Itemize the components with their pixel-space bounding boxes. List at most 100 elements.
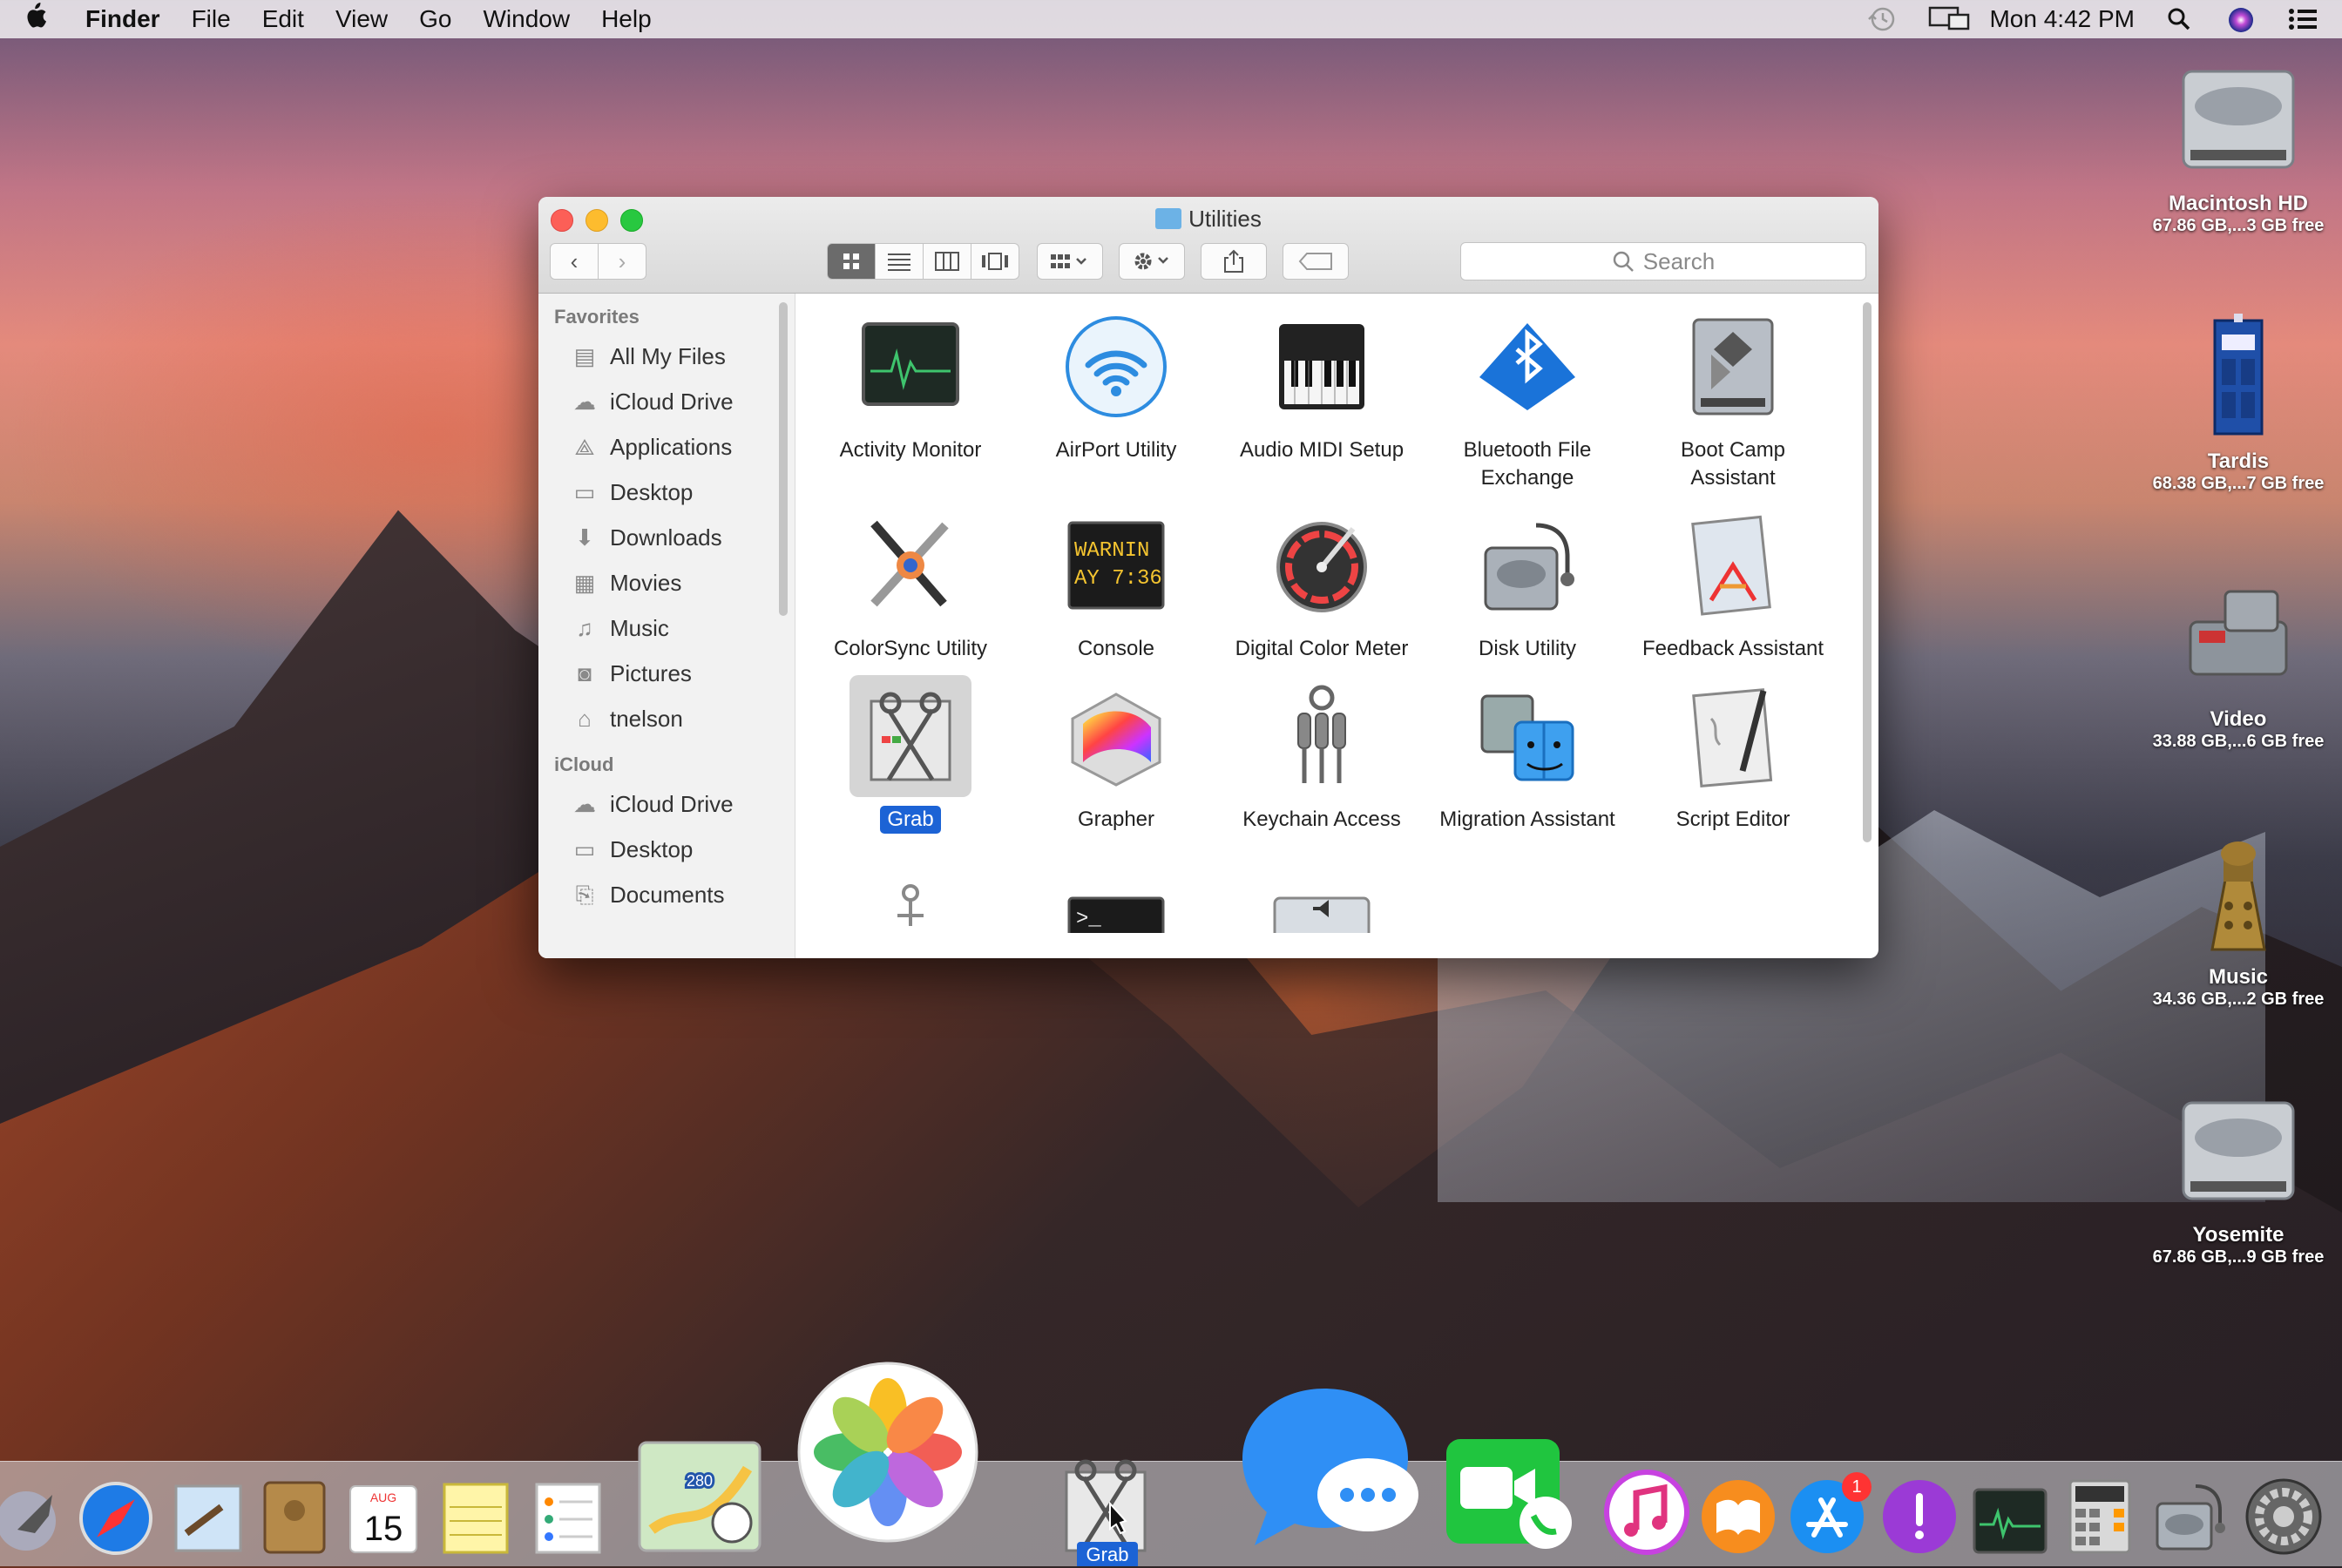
cover-flow-button[interactable] [971, 243, 1019, 280]
app-migration-assistant[interactable]: Migration Assistant [1425, 675, 1630, 834]
dock-system-preferences[interactable] [2244, 1477, 2323, 1556]
sidebar-item-music[interactable]: ♫ Music [538, 605, 795, 651]
forward-button[interactable]: › [598, 243, 646, 280]
dock-app-store[interactable]: 1 [1788, 1472, 1872, 1556]
airplay-display-icon[interactable] [1928, 6, 1970, 32]
notification-center-icon[interactable] [2288, 6, 2318, 32]
app-voiceover-utility[interactable] [1219, 846, 1425, 958]
music-note-icon [1604, 1470, 1689, 1555]
dock-messages[interactable] [1237, 1380, 1420, 1554]
action-button[interactable] [1119, 243, 1185, 280]
desktop-volume-video[interactable]: Video 33.88 GB,...6 GB free [2138, 570, 2339, 752]
spotlight-search-icon[interactable] [2166, 6, 2196, 32]
camera-icon: ◙ [578, 660, 592, 686]
window-titlebar[interactable]: Utilities ‹ › Search [538, 197, 1878, 294]
app-grab[interactable]: Grab [808, 675, 1013, 834]
sidebar-item-all-my-files[interactable]: ▤ All My Files [538, 334, 795, 379]
app-feedback-assistant[interactable]: Feedback Assistant [1630, 504, 1836, 663]
sidebar-item-icloud-drive[interactable]: ☁ iCloud Drive [538, 379, 795, 424]
dock-grab[interactable] [1058, 1451, 1154, 1556]
menu-help[interactable]: Help [586, 5, 667, 33]
search-field[interactable]: Search [1460, 242, 1866, 280]
back-button[interactable]: ‹ [550, 243, 599, 280]
sidebar-item-movies[interactable]: ▦ Movies [538, 560, 795, 605]
app-bluetooth-file-exchange[interactable]: Bluetooth File Exchange [1425, 306, 1630, 492]
console-icon: WARNIN AY 7:36 [1055, 504, 1177, 626]
app-colorsync-utility[interactable]: ColorSync Utility [808, 504, 1013, 663]
time-machine-icon[interactable] [1867, 6, 1897, 32]
dalek-icon [2173, 828, 2304, 958]
clock[interactable]: Mon 4:42 PM [1989, 5, 2135, 33]
calendar-day: 15 [364, 1510, 403, 1548]
app-grapher[interactable]: Grapher [1013, 675, 1219, 834]
share-button[interactable] [1201, 243, 1267, 280]
app-disk-utility[interactable]: Disk Utility [1425, 504, 1630, 663]
menu-app-name[interactable]: Finder [70, 5, 176, 33]
sidebar-scrollbar[interactable] [779, 302, 788, 616]
dock-reminders[interactable] [533, 1481, 603, 1556]
siri-icon[interactable] [2227, 6, 2257, 32]
app-airport-utility[interactable]: AirPort Utility [1013, 306, 1219, 492]
menu-window[interactable]: Window [467, 5, 586, 33]
apple-menu-icon[interactable] [0, 2, 70, 37]
toolbar: ‹ › Search [550, 240, 1866, 282]
app-terminal[interactable]: >_ [1013, 846, 1219, 958]
sidebar-item-label: Desktop [610, 478, 694, 505]
dock-maps[interactable]: 280 [634, 1434, 765, 1556]
sidebar-item-downloads[interactable]: ⬇ Downloads [538, 515, 795, 560]
app-label: Feedback Assistant [1641, 637, 1824, 660]
photos-flower-icon [797, 1362, 978, 1543]
dock-safari[interactable] [78, 1481, 153, 1556]
sidebar-item-applications[interactable]: ⟁ Applications [538, 424, 795, 470]
sidebar-item-home[interactable]: ⌂ tnelson [538, 696, 795, 741]
desktop-volume-macintosh-hd[interactable]: Macintosh HD 67.86 GB,...3 GB free [2138, 54, 2339, 236]
sidebar-item-desktop[interactable]: ▭ Desktop [538, 470, 795, 515]
dock-mail[interactable] [171, 1481, 246, 1556]
sidebar-item-documents[interactable]: ⎘ Documents [538, 872, 795, 917]
sidebar-item-icloud-desktop[interactable]: ▭ Desktop [538, 827, 795, 872]
menu-view[interactable]: View [320, 5, 403, 33]
dock-notes[interactable] [441, 1481, 511, 1556]
dock-calendar[interactable]: AUG 15 [347, 1483, 420, 1556]
content-scrollbar[interactable] [1863, 302, 1872, 842]
dock-activity-monitor[interactable] [1971, 1486, 2049, 1556]
app-console[interactable]: WARNIN AY 7:36 Console [1013, 504, 1219, 663]
dock-disk-utility[interactable] [2152, 1477, 2230, 1556]
maps-icon: 280 [638, 1441, 761, 1552]
app-keychain-access[interactable]: Keychain Access [1219, 675, 1425, 834]
app-digital-color-meter[interactable]: Digital Color Meter [1219, 504, 1425, 663]
desktop-volume-tardis[interactable]: Tardis 68.38 GB,...7 GB free [2138, 312, 2339, 494]
keys-icon [1261, 675, 1383, 797]
app-script-editor[interactable]: Script Editor [1630, 675, 1836, 834]
activity-monitor-icon [849, 306, 971, 428]
icon-view-button[interactable] [827, 243, 876, 280]
dock-contacts[interactable] [260, 1479, 329, 1556]
sidebar-item-pictures[interactable]: ◙ Pictures [538, 651, 795, 696]
grab-scissors-icon [849, 675, 971, 797]
window-title: Utilities [538, 206, 1878, 233]
desktop-volume-yosemite[interactable]: Yosemite 67.86 GB,...9 GB free [2138, 1085, 2339, 1267]
dock-facetime[interactable] [1443, 1436, 1579, 1554]
desktop-volume-music[interactable]: Music 34.36 GB,...2 GB free [2138, 828, 2339, 1010]
app-activity-monitor[interactable]: Activity Monitor [808, 306, 1013, 492]
menu-go[interactable]: Go [403, 5, 467, 33]
app-boot-camp-assistant[interactable]: Boot Camp Assistant [1630, 306, 1836, 492]
dock-launchpad[interactable] [0, 1477, 61, 1556]
dock-calculator[interactable] [2065, 1477, 2135, 1556]
sidebar-item-label: Downloads [610, 524, 722, 551]
arrange-button[interactable] [1037, 243, 1103, 280]
app-label: AirPort Utility [1055, 438, 1177, 462]
dock-feedback-assistant[interactable] [1880, 1477, 1959, 1556]
list-view-button[interactable] [875, 243, 924, 280]
dock-itunes[interactable] [1603, 1469, 1690, 1556]
menu-file[interactable]: File [176, 5, 247, 33]
edit-tags-button[interactable] [1283, 243, 1349, 280]
gear-icon [2245, 1478, 2322, 1555]
app-audio-midi-setup[interactable]: Audio MIDI Setup [1219, 306, 1425, 492]
app-system-information[interactable] [808, 846, 1013, 958]
dock-ibooks[interactable] [1699, 1477, 1777, 1556]
sidebar-item-icloud-drive-2[interactable]: ☁ iCloud Drive [538, 781, 795, 827]
column-view-button[interactable] [923, 243, 971, 280]
dock-photos[interactable] [796, 1361, 979, 1544]
menu-edit[interactable]: Edit [247, 5, 320, 33]
